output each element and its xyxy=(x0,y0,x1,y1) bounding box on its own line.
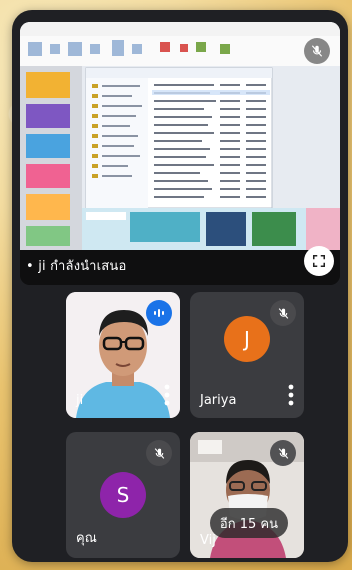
presenting-caption: • ji กำลังนำเสนอ xyxy=(26,259,127,274)
participant-name: คุณ xyxy=(76,531,97,546)
participant-tile-jariya[interactable]: J Jariya xyxy=(190,292,304,418)
fullscreen-icon xyxy=(312,254,326,268)
shared-screen-image xyxy=(20,22,340,250)
more-options-icon[interactable] xyxy=(164,384,170,406)
mic-off-icon xyxy=(146,440,172,466)
mic-off-icon xyxy=(270,440,296,466)
more-participants-button[interactable]: อีก 15 คน xyxy=(209,508,288,538)
participant-name: ji xyxy=(76,393,84,408)
shared-screen-content xyxy=(20,22,340,250)
meeting-window: • ji กำลังนำเสนอ ji J Jariya S คุณ Vij อ… xyxy=(12,10,348,562)
participant-name: Jariya xyxy=(200,393,237,408)
participant-name: Vij xyxy=(200,533,216,548)
more-options-icon[interactable] xyxy=(288,384,294,406)
avatar: J xyxy=(224,316,270,362)
speaking-indicator-icon xyxy=(146,300,172,326)
mic-off-icon xyxy=(270,300,296,326)
avatar: S xyxy=(100,472,146,518)
participant-tile-ji[interactable]: ji xyxy=(66,292,180,418)
participant-tile-self[interactable]: S คุณ xyxy=(66,432,180,558)
participant-tile-vij[interactable]: Vij อีก 15 คน xyxy=(190,432,304,558)
fullscreen-button[interactable] xyxy=(304,246,334,276)
presentation-mic-off-icon xyxy=(304,38,330,64)
presentation-panel[interactable]: • ji กำลังนำเสนอ xyxy=(20,22,340,285)
